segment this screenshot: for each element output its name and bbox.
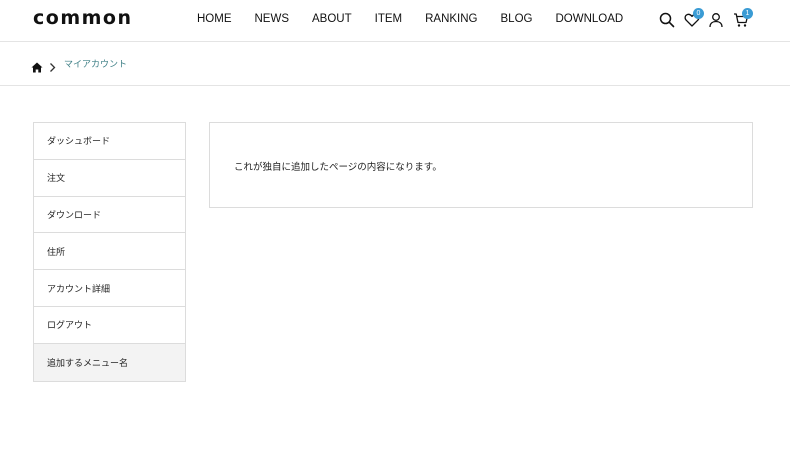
account-content: これが独自に追加したページの内容になります。 [209,122,753,208]
sidebar-item-custom-menu[interactable]: 追加するメニュー名 [34,343,185,381]
sidebar-item-logout[interactable]: ログアウト [34,306,185,344]
nav-home[interactable]: HOME [197,13,232,25]
breadcrumb-current[interactable]: マイアカウント [64,57,127,70]
chevron-right-icon [49,58,56,72]
nav-news[interactable]: NEWS [255,13,290,25]
sidebar-item-downloads[interactable]: ダウンロード [34,196,185,234]
breadcrumb: マイアカウント [0,43,790,86]
header-icons: 0 1 [659,8,759,30]
main-nav: HOME NEWS ABOUT ITEM RANKING BLOG DOWNLO… [197,13,623,25]
sidebar-item-orders[interactable]: 注文 [34,159,185,197]
home-icon[interactable] [31,58,43,73]
user-icon[interactable] [708,12,724,28]
sidebar-item-dashboard[interactable]: ダッシュボード [34,123,185,160]
nav-download[interactable]: DOWNLOAD [555,13,623,25]
wishlist-count-badge: 0 [693,8,704,19]
account-sidebar: ダッシュボード 注文 ダウンロード 住所 アカウント詳細 ログアウト 追加するメ… [33,122,186,382]
sidebar-item-account-details[interactable]: アカウント詳細 [34,270,185,307]
sidebar-item-addresses[interactable]: 住所 [34,233,185,271]
nav-blog[interactable]: BLOG [501,13,533,25]
search-icon[interactable] [659,12,675,28]
nav-ranking[interactable]: RANKING [425,13,477,25]
nav-item[interactable]: ITEM [375,13,402,25]
content-text: これが独自に追加したページの内容になります。 [234,162,442,173]
site-logo[interactable]: common [33,7,133,29]
site-header: common HOME NEWS ABOUT ITEM RANKING BLOG… [0,0,790,42]
nav-about[interactable]: ABOUT [312,13,352,25]
cart-count-badge: 1 [742,8,753,19]
